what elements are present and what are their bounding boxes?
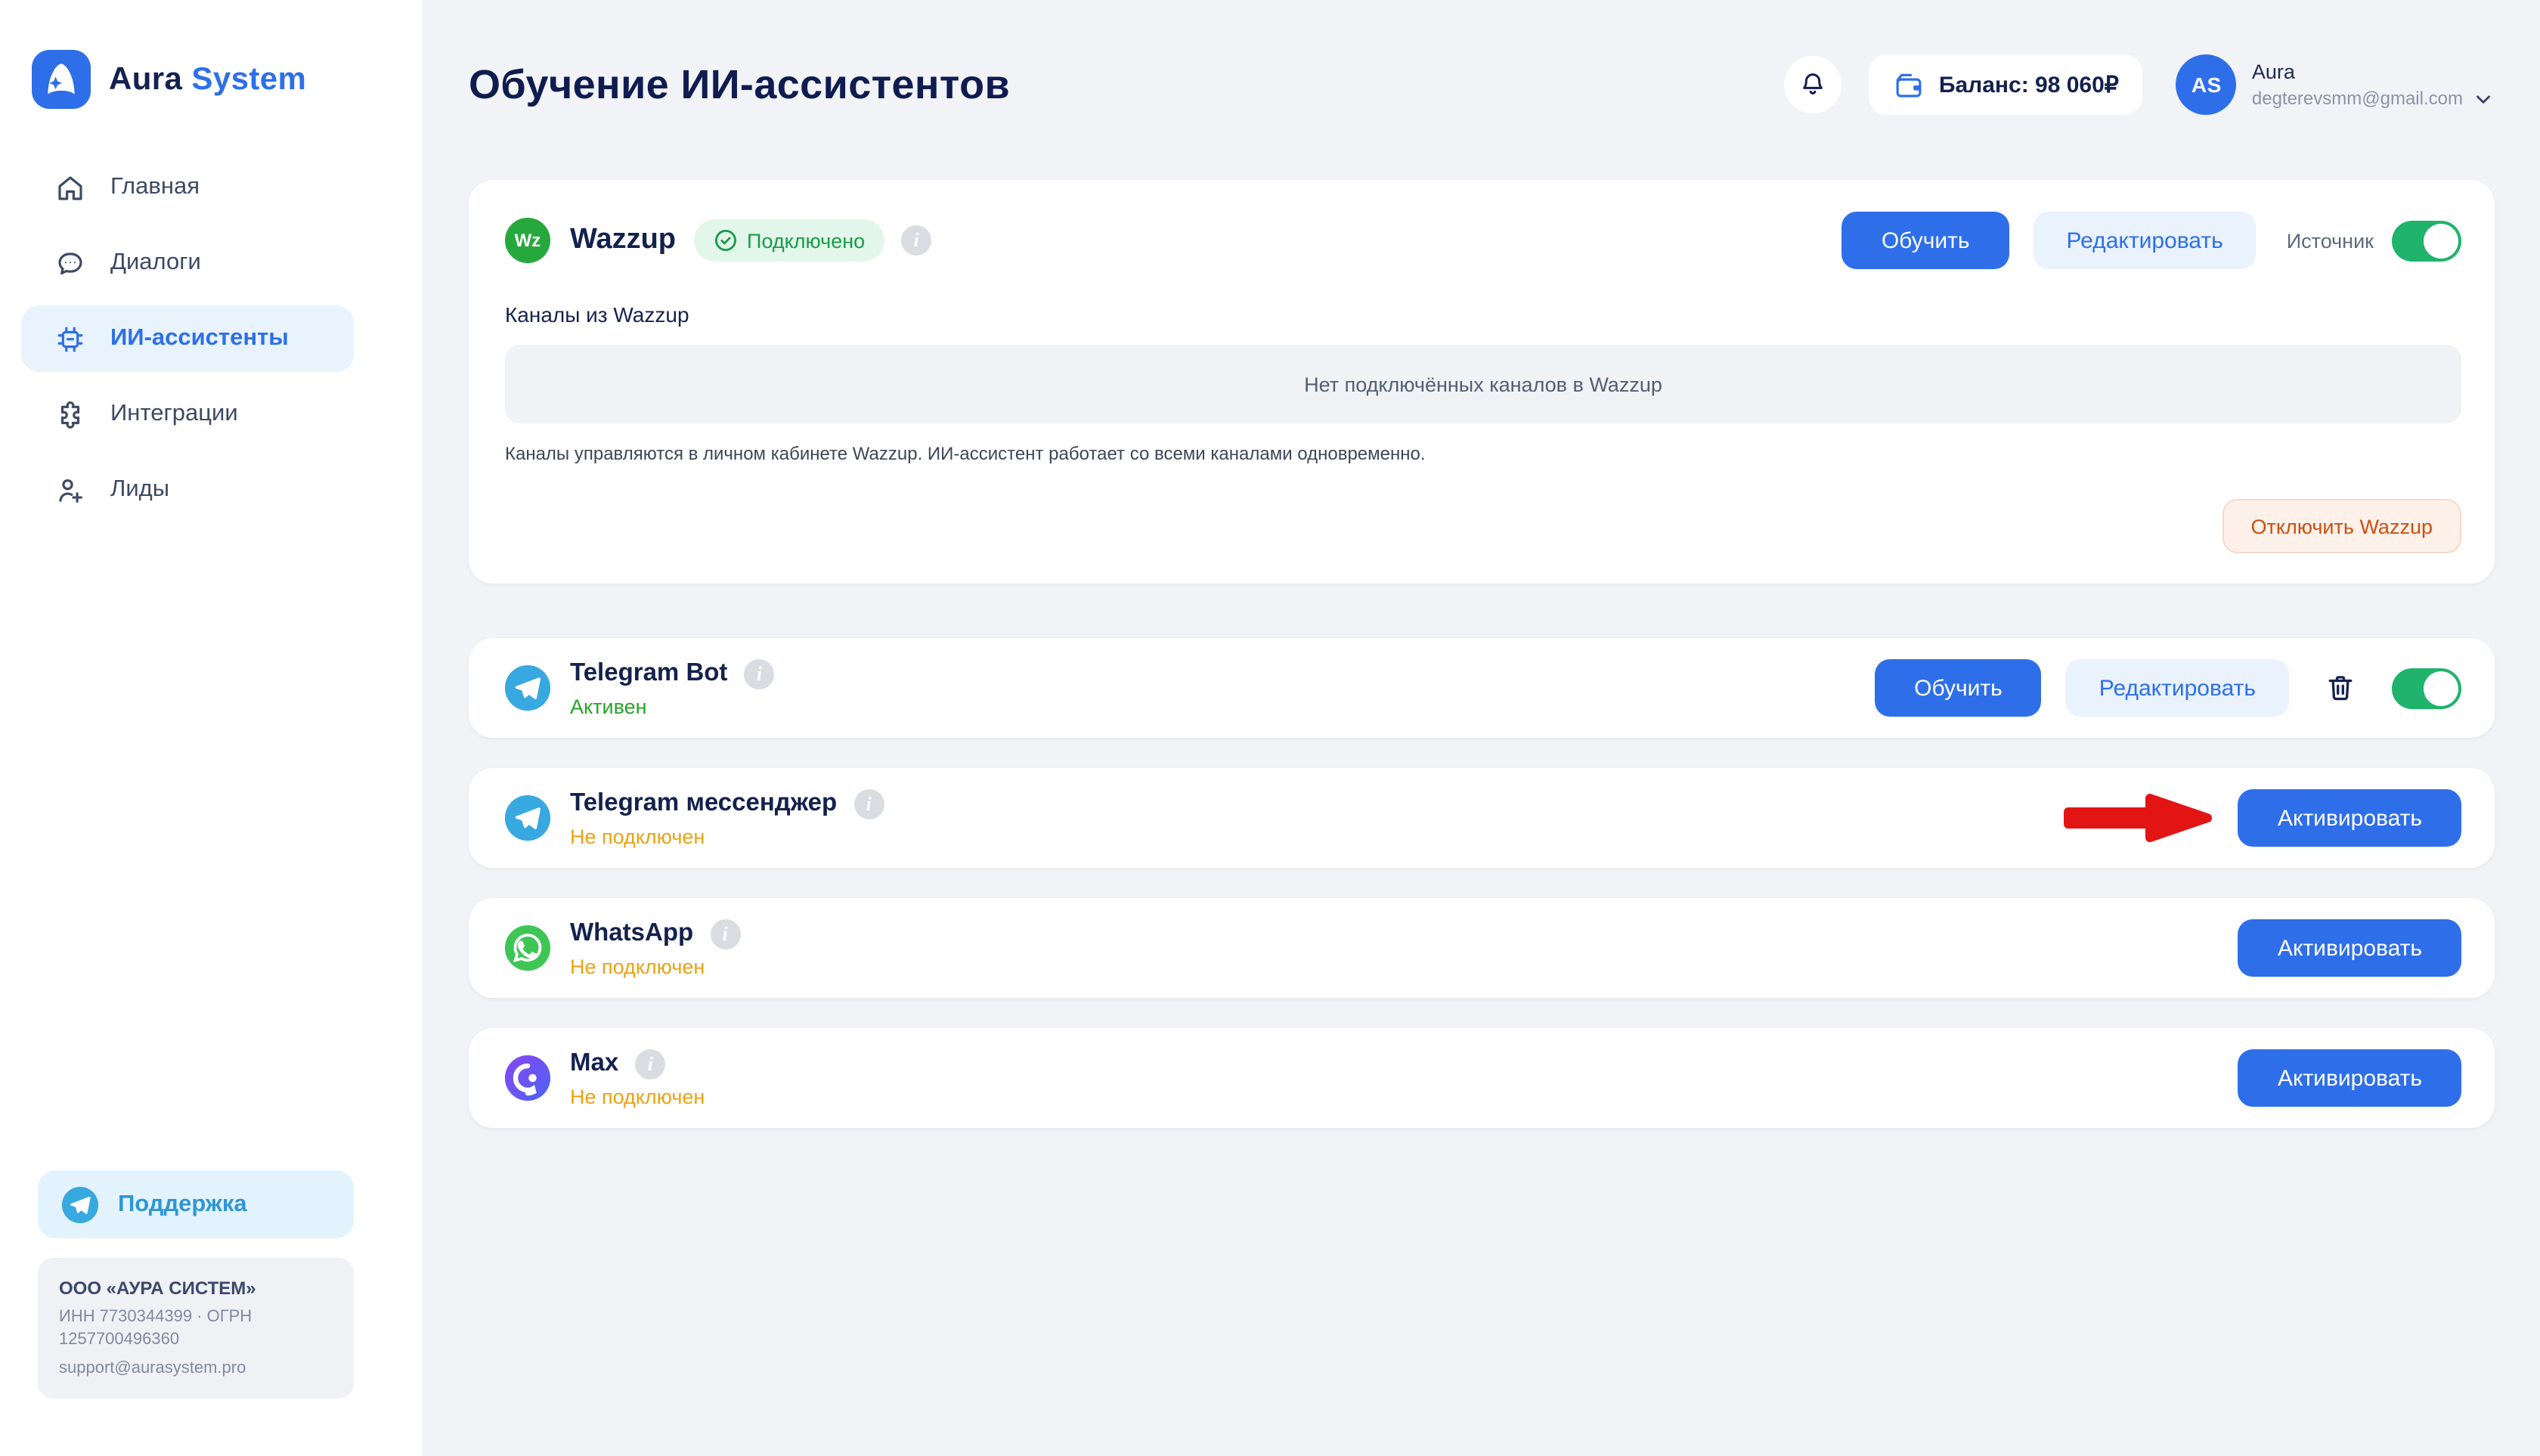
telegram-support-icon — [62, 1187, 98, 1223]
brand-logo-row[interactable]: Aura System — [32, 50, 422, 109]
activate-button[interactable]: Активировать — [2238, 919, 2461, 977]
sidebar-item-label: Лиды — [110, 476, 169, 503]
chat-icon — [54, 247, 86, 279]
company-name: ООО «АУРА СИСТЕМ» — [59, 1278, 333, 1300]
channels-note: Каналы управляются в личном кабинете Waz… — [505, 443, 2461, 464]
channel-status: Не подключен — [570, 825, 884, 847]
channel-name: Telegram Bot — [570, 659, 727, 688]
max-card: Max i Не подключен Активировать — [469, 1028, 2495, 1128]
wazzup-icon: Wz — [505, 218, 550, 263]
channels-title: Каналы из Wazzup — [505, 302, 2461, 327]
red-arrow-annotation — [2060, 788, 2217, 848]
wazzup-name: Wazzup — [570, 224, 676, 257]
channel-name: Telegram мессенджер — [570, 789, 837, 818]
sidebar-item-integrations[interactable]: Интеграции — [21, 381, 354, 448]
edit-button[interactable]: Редактировать — [2033, 212, 2256, 269]
activate-button[interactable]: Активировать — [2238, 1049, 2461, 1107]
source-toggle[interactable] — [2392, 220, 2461, 261]
page-title: Обучение ИИ-ассистентов — [469, 61, 1010, 108]
channel-status: Не подключен — [570, 1085, 705, 1107]
telegram-icon — [505, 795, 550, 841]
info-icon[interactable]: i — [901, 225, 931, 256]
telegram-messenger-card: Telegram мессенджер i Не подключен Актив… — [469, 768, 2495, 868]
connected-badge-label: Подключено — [747, 229, 865, 252]
sidebar-item-dialogs[interactable]: Диалоги — [21, 230, 354, 296]
sidebar: Aura System Главная — [0, 0, 422, 1456]
telegram-bot-card: Telegram Bot i Активен Обучить Редактиро… — [469, 638, 2495, 738]
whatsapp-icon — [505, 925, 550, 971]
support-button[interactable]: Поддержка — [38, 1171, 354, 1239]
disconnect-wazzup-button[interactable]: Отключить Wazzup — [2222, 499, 2461, 553]
user-email: degterevsmm@gmail.com — [2252, 88, 2463, 109]
info-icon[interactable]: i — [710, 919, 740, 949]
train-button[interactable]: Обучить — [1842, 212, 2009, 269]
balance-button[interactable]: Баланс: 98 060₽ — [1869, 54, 2143, 115]
user-menu[interactable]: AS Aura degterevsmm@gmail.com — [2176, 54, 2495, 115]
channels-empty-box: Нет подключённых каналов в Wazzup — [505, 345, 2461, 423]
sidebar-item-label: Диалоги — [110, 249, 201, 277]
sidebar-item-label: Интеграции — [110, 401, 238, 428]
aura-logo-icon — [32, 50, 91, 109]
wazzup-header: Wz Wazzup Подключено i Обучить Редактиро… — [505, 212, 2461, 269]
delete-button[interactable] — [2322, 670, 2359, 706]
info-icon[interactable]: i — [635, 1049, 665, 1079]
sidebar-item-leads[interactable]: Лиды — [21, 457, 354, 523]
chevron-down-icon — [2472, 87, 2495, 110]
sidebar-item-ai-assistants[interactable]: ИИ-ассистенты — [21, 305, 354, 372]
sidebar-bottom: Поддержка ООО «АУРА СИСТЕМ» ИНН 77303443… — [0, 1171, 422, 1456]
company-email: support@aurasystem.pro — [59, 1358, 333, 1380]
sidebar-item-label: ИИ-ассистенты — [110, 325, 289, 352]
channel-status: Активен — [570, 695, 774, 717]
connected-badge: Подключено — [694, 219, 884, 262]
sidebar-item-label: Главная — [110, 174, 200, 201]
company-info-card: ООО «АУРА СИСТЕМ» ИНН 7730344399 · ОГРН … — [38, 1259, 354, 1399]
activate-button[interactable]: Активировать — [2238, 789, 2461, 847]
topbar: Обучение ИИ-ассистентов — [469, 50, 2495, 119]
brand-name: Aura System — [109, 61, 306, 98]
balance-label: Баланс: 98 060₽ — [1939, 71, 2119, 98]
channel-name: WhatsApp — [570, 919, 693, 948]
info-icon[interactable]: i — [853, 788, 884, 819]
telegram-icon — [505, 665, 550, 711]
wazzup-card: Wz Wazzup Подключено i Обучить Редактиро… — [469, 180, 2495, 584]
notifications-button[interactable] — [1785, 56, 1842, 113]
train-button[interactable]: Обучить — [1875, 659, 2042, 717]
puzzle-icon — [54, 398, 86, 430]
main-content: Обучение ИИ-ассистентов — [422, 0, 2540, 1456]
sidebar-nav: Главная Диалоги — [0, 154, 422, 532]
channel-toggle[interactable] — [2392, 668, 2461, 708]
user-texts: Aura degterevsmm@gmail.com — [2252, 60, 2495, 110]
check-circle-icon — [714, 228, 738, 252]
max-icon — [505, 1055, 550, 1101]
home-icon — [54, 172, 86, 203]
whatsapp-card: WhatsApp i Не подключен Активировать — [469, 898, 2495, 998]
channel-name: Max — [570, 1049, 618, 1078]
support-label: Поддержка — [118, 1191, 247, 1219]
source-label: Источник — [2287, 229, 2374, 252]
avatar: AS — [2176, 54, 2237, 115]
wallet-icon — [1894, 69, 1925, 101]
channel-status: Не подключен — [570, 955, 740, 977]
topbar-actions: Баланс: 98 060₽ AS Aura degterevsmm@gmai… — [1785, 54, 2495, 115]
app-root: Aura System Главная — [0, 0, 2540, 1456]
company-registration: ИНН 7730344399 · ОГРН 1257700496360 — [59, 1307, 333, 1352]
chip-icon — [54, 323, 86, 355]
sidebar-item-home[interactable]: Главная — [21, 154, 354, 221]
person-add-icon — [54, 474, 86, 506]
edit-button[interactable]: Редактировать — [2066, 659, 2289, 717]
bell-icon — [1798, 70, 1829, 100]
info-icon[interactable]: i — [744, 658, 774, 689]
user-name: Aura — [2252, 60, 2495, 82]
